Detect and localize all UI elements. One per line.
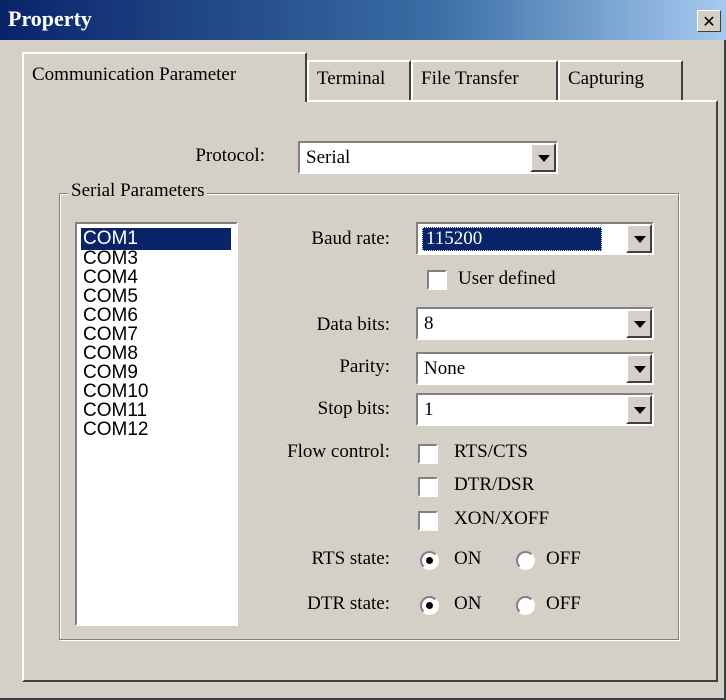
baud-rate-label: Baud rate: (311, 228, 390, 249)
flow-control-label: Flow control: (287, 441, 390, 462)
list-item[interactable]: COM6 (81, 306, 231, 325)
data-bits-select[interactable]: 8 (416, 307, 654, 340)
list-item[interactable]: COM7 (81, 325, 231, 344)
com-port-list[interactable]: COM1 COM3 COM4 COM5 COM6 COM7 COM8 COM9 … (75, 222, 238, 626)
list-item[interactable]: COM12 (81, 420, 231, 439)
tab-file-transfer[interactable]: File Transfer (411, 60, 558, 100)
data-bits-value: 8 (424, 313, 434, 334)
chevron-down-icon[interactable] (626, 395, 652, 424)
stop-bits-label: Stop bits: (317, 398, 390, 419)
dtr-on-radio[interactable] (420, 596, 439, 615)
parity-label: Parity: (339, 356, 390, 377)
protocol-label: Protocol: (195, 145, 265, 166)
parity-value: None (424, 358, 466, 379)
rts-off-radio[interactable] (516, 551, 535, 570)
dtr-off-radio[interactable] (516, 596, 535, 615)
serial-parameters-caption: Serial Parameters (68, 180, 208, 202)
protocol-select[interactable]: Serial (298, 141, 558, 174)
rts-state-label: RTS state: (311, 548, 390, 569)
data-bits-label: Data bits: (316, 314, 390, 335)
chevron-down-icon[interactable] (626, 309, 652, 338)
tab-label: Communication Parameter (32, 64, 237, 85)
user-defined-checkbox[interactable] (427, 270, 447, 290)
list-item[interactable]: COM1 (81, 228, 231, 250)
list-item[interactable]: COM5 (81, 287, 231, 306)
rts-on-label: ON (454, 548, 482, 569)
chevron-down-icon[interactable] (626, 354, 652, 383)
rts-on-radio[interactable] (420, 551, 439, 570)
chevron-down-icon[interactable] (626, 224, 652, 253)
rts-off-label: OFF (546, 548, 581, 569)
tab-capturing[interactable]: Capturing (558, 60, 683, 100)
xon-xoff-checkbox[interactable] (418, 511, 438, 531)
list-item[interactable]: COM10 (81, 382, 231, 401)
dtr-on-label: ON (454, 593, 482, 614)
user-defined-label: User defined (458, 268, 556, 289)
list-item[interactable]: COM9 (81, 363, 231, 382)
tab-label: Capturing (568, 68, 644, 89)
list-item[interactable]: COM4 (81, 268, 231, 287)
protocol-value: Serial (306, 147, 351, 168)
baud-rate-value: 115200 (422, 227, 602, 251)
close-button[interactable]: ✕ (697, 10, 721, 32)
list-item[interactable]: COM11 (81, 401, 231, 420)
tab-terminal[interactable]: Terminal (307, 60, 411, 100)
parity-select[interactable]: None (416, 352, 654, 385)
chevron-down-icon[interactable] (530, 143, 556, 172)
baud-rate-select[interactable]: 115200 (416, 222, 654, 255)
dtr-dsr-checkbox[interactable] (418, 477, 438, 497)
dtr-off-label: OFF (546, 593, 581, 614)
list-item[interactable]: COM3 (81, 249, 231, 268)
list-item[interactable]: COM8 (81, 344, 231, 363)
tab-communication-parameter[interactable]: Communication Parameter (22, 52, 307, 102)
stop-bits-value: 1 (424, 399, 434, 420)
xon-xoff-label: XON/XOFF (454, 508, 550, 529)
property-dialog: Property ✕ Communication Parameter Termi… (0, 0, 726, 700)
rts-cts-checkbox[interactable] (418, 444, 438, 464)
close-icon: ✕ (702, 11, 716, 31)
window-title: Property (8, 6, 92, 31)
dtr-state-label: DTR state: (307, 593, 390, 614)
tab-label: File Transfer (421, 68, 519, 89)
tab-label: Terminal (317, 68, 386, 89)
rts-cts-label: RTS/CTS (454, 441, 528, 462)
stop-bits-select[interactable]: 1 (416, 393, 654, 426)
dtr-dsr-label: DTR/DSR (454, 474, 535, 495)
title-bar[interactable]: Property ✕ (0, 0, 726, 40)
